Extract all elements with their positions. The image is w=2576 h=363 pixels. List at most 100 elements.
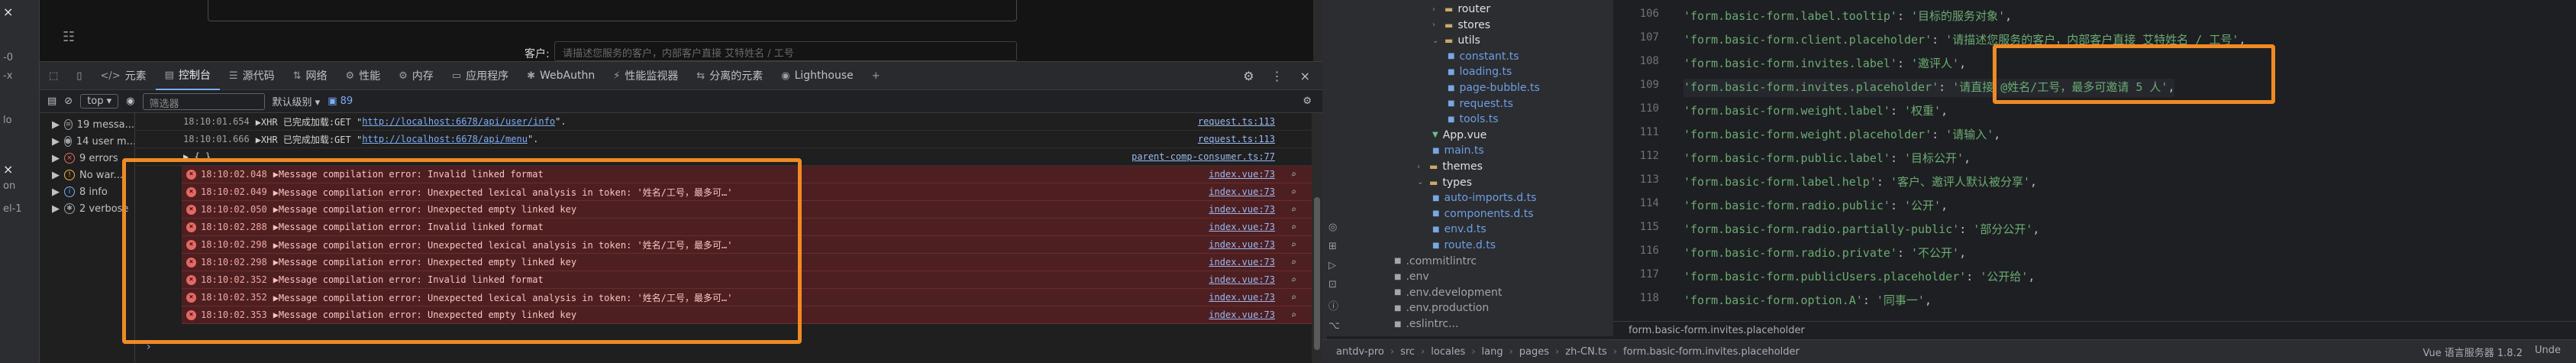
devtools-tab[interactable]: + bbox=[863, 61, 889, 90]
status-path-item[interactable]: zh-CN.ts bbox=[1565, 346, 1607, 358]
status-path-item[interactable]: lang bbox=[1482, 346, 1503, 358]
chevron-down-icon[interactable]: ⌄ bbox=[1417, 178, 1425, 186]
code-line[interactable]: 'form.basic-form.option.A': '同事一', bbox=[1683, 292, 1932, 310]
tree-item[interactable]: ■ request.ts bbox=[1448, 96, 1513, 112]
tree-item[interactable]: ⌄ ▬ types bbox=[1417, 175, 1472, 190]
source-link[interactable]: request.ts:113 bbox=[1198, 134, 1275, 144]
log-url[interactable]: http://localhost:6678/api/menu bbox=[362, 134, 528, 144]
console-level-item[interactable]: ▶ i 8 info bbox=[40, 183, 134, 200]
error-row[interactable]: × 18:10:02.049 ▶Message compilation error:… bbox=[182, 183, 1312, 201]
issues-badge[interactable]: ▣ 89 bbox=[328, 96, 353, 107]
tree-item[interactable]: ■ components.d.ts bbox=[1432, 206, 1534, 222]
status-item[interactable]: Vue 语言服务器 1.8.2 bbox=[2423, 345, 2523, 359]
inspect-element-icon[interactable]: ⬚ bbox=[40, 61, 67, 90]
sidebar-toggle-icon[interactable]: ▤ bbox=[47, 96, 56, 107]
settings-icon[interactable]: ⚙ bbox=[1243, 69, 1254, 83]
devtools-tab[interactable]: ✱ WebAuthn bbox=[518, 61, 604, 90]
search-icon[interactable]: ⌕ bbox=[1291, 257, 1296, 267]
status-path-item[interactable]: src bbox=[1400, 346, 1415, 358]
devtools-tab[interactable]: </> 元素 bbox=[91, 61, 155, 90]
chevron-right-icon[interactable]: › bbox=[1432, 21, 1440, 29]
tree-item[interactable]: ■ .env.development bbox=[1394, 285, 1502, 300]
source-link[interactable]: index.vue:73 bbox=[1209, 169, 1275, 180]
code-line[interactable]: 'form.basic-form.publicUsers.placeholder… bbox=[1683, 268, 2035, 287]
page-scrollbar[interactable] bbox=[1313, 0, 1322, 61]
status-item[interactable]: Unde bbox=[2535, 345, 2561, 359]
code-line[interactable]: 'form.basic-form.radio.partially-public'… bbox=[1683, 221, 2039, 239]
log-row[interactable]: 18:10:01.654 ▶XHR 已完成加载:GET " http://local… bbox=[136, 113, 1312, 131]
code-line[interactable]: 'form.basic-form.client.placeholder': '请… bbox=[1683, 31, 2245, 50]
console-scrollbar[interactable] bbox=[1312, 113, 1322, 363]
source-link[interactable]: index.vue:73 bbox=[1209, 310, 1275, 320]
console-level-item[interactable]: ▶ ≡ 19 messa... bbox=[40, 116, 134, 133]
source-link[interactable]: index.vue:73 bbox=[1209, 257, 1275, 267]
log-row[interactable]: 18:10:01.666 ▶XHR 已完成加载:GET " http://local… bbox=[136, 131, 1312, 148]
search-icon[interactable]: ⌕ bbox=[1291, 292, 1296, 303]
eye-icon[interactable]: ◉ bbox=[126, 96, 134, 107]
tree-item[interactable]: ■ .env bbox=[1394, 269, 1429, 284]
error-row[interactable]: × 18:10:02.048 ▶Message compilation error:… bbox=[182, 166, 1312, 183]
code-line[interactable]: 'form.basic-form.radio.private': '不公开', bbox=[1683, 245, 1966, 263]
more-icon[interactable]: ⋮ bbox=[1271, 69, 1283, 83]
code-line[interactable]: 'form.basic-form.label.tooltip': '目标的服务对… bbox=[1683, 8, 2012, 26]
tree-item[interactable]: ▼ App.vue bbox=[1432, 128, 1487, 143]
devtools-tab[interactable]: ◉ Lighthouse bbox=[772, 61, 863, 90]
code-line[interactable]: 'form.basic-form.public.label': '目标公开', bbox=[1683, 150, 1971, 168]
devtools-tab[interactable]: ▭ 应用程序 bbox=[443, 61, 518, 90]
devtools-tab[interactable]: ⇅ 网络 bbox=[284, 61, 337, 90]
devtools-tab[interactable]: ⚙ 性能 bbox=[336, 61, 389, 90]
search-icon[interactable]: ⌕ bbox=[1291, 222, 1296, 232]
error-row[interactable]: × 18:10:02.288 ▶Message compilation error:… bbox=[182, 219, 1312, 236]
tree-item[interactable]: ■ .commitlintrc bbox=[1394, 254, 1477, 269]
editor-breadcrumb[interactable]: form.basic-form.invites.placeholder bbox=[1613, 321, 2576, 339]
tool-icon[interactable]: ▷ bbox=[1328, 260, 1344, 271]
tree-item[interactable]: ■ main.ts bbox=[1432, 143, 1484, 158]
tree-item[interactable]: ■ env.d.ts bbox=[1432, 222, 1487, 237]
tree-item[interactable]: ■ loading.ts bbox=[1448, 64, 1512, 79]
tool-icon[interactable]: ⓘ bbox=[1328, 298, 1344, 313]
source-link[interactable]: index.vue:73 bbox=[1209, 239, 1275, 250]
devtools-tab[interactable]: ☰ 源代码 bbox=[220, 61, 284, 90]
console-prompt[interactable]: › bbox=[147, 341, 151, 353]
status-path-item[interactable]: antdv-pro bbox=[1336, 346, 1384, 358]
status-path-item[interactable]: form.basic-form.invites.placeholder bbox=[1623, 346, 1800, 358]
tree-item[interactable]: ■ tools.ts bbox=[1448, 112, 1499, 127]
textarea-bottom[interactable] bbox=[208, 0, 1017, 21]
log-row[interactable]: ▶ {…} parent-comp-consumer.ts:77 bbox=[136, 148, 1312, 166]
tree-item[interactable]: › ▬ themes bbox=[1417, 159, 1483, 174]
code-editor[interactable]: 'form.basic-form.label.tooltip': '目标的服务对… bbox=[1674, 0, 2576, 321]
client-input[interactable]: 请描述您服务的客户，内部客户直接 艾特姓名 / 工号 bbox=[554, 41, 1017, 61]
device-toolbar-icon[interactable]: ▯ bbox=[67, 61, 91, 90]
code-line[interactable]: 'form.basic-form.weight.label': '权重', bbox=[1683, 102, 1948, 121]
console-level-item[interactable]: ▶ × 9 errors bbox=[40, 150, 134, 167]
chevron-down-icon[interactable]: ⌄ bbox=[1432, 37, 1440, 45]
source-link[interactable]: parent-comp-consumer.ts:77 bbox=[1131, 151, 1275, 162]
search-icon[interactable]: ⌕ bbox=[1291, 310, 1296, 320]
error-row[interactable]: × 18:10:02.298 ▶Message compilation error:… bbox=[182, 236, 1312, 254]
status-path-item[interactable]: locales bbox=[1431, 346, 1465, 358]
code-line[interactable]: 'form.basic-form.weight.placeholder': '请… bbox=[1683, 126, 2000, 144]
source-link[interactable]: index.vue:73 bbox=[1209, 292, 1275, 303]
log-url[interactable]: http://localhost:6678/api/user/info bbox=[362, 116, 555, 127]
devtools-tab[interactable]: ⇆ 分离的元素 bbox=[687, 61, 772, 90]
tree-item[interactable]: ■ page-bubble.ts bbox=[1448, 80, 1540, 96]
context-select[interactable]: top ▾ bbox=[80, 94, 119, 109]
error-row[interactable]: × 18:10:02.352 ▶Message compilation error:… bbox=[182, 271, 1312, 289]
devtools-tab[interactable]: ⚙ 内存 bbox=[389, 61, 443, 90]
log-levels-select[interactable]: 默认级别 ▾ bbox=[273, 94, 321, 109]
tool-icon[interactable]: ⊡ bbox=[1328, 279, 1344, 290]
tree-item[interactable]: › ▬ stores bbox=[1432, 18, 1490, 33]
tree-item[interactable]: › ▬ router bbox=[1432, 2, 1490, 17]
search-icon[interactable]: ⌕ bbox=[1291, 169, 1296, 180]
tree-item[interactable]: ■ .env.production bbox=[1394, 300, 1489, 316]
close-icon[interactable]: × bbox=[3, 5, 13, 19]
status-path-item[interactable]: pages bbox=[1519, 346, 1549, 358]
code-line[interactable]: 'form.basic-form.radio.public': '公开', bbox=[1683, 197, 1948, 216]
scroll-thumb[interactable] bbox=[1314, 197, 1320, 350]
close-icon[interactable]: × bbox=[3, 162, 13, 177]
source-link[interactable]: index.vue:73 bbox=[1209, 186, 1275, 197]
devtools-tab[interactable]: ▤ 控制台 bbox=[155, 61, 220, 90]
chevron-right-icon[interactable]: › bbox=[1432, 5, 1440, 14]
error-row[interactable]: × 18:10:02.298 ▶Message compilation error:… bbox=[182, 254, 1312, 271]
console-level-item[interactable]: ▶! No war... bbox=[40, 167, 134, 183]
